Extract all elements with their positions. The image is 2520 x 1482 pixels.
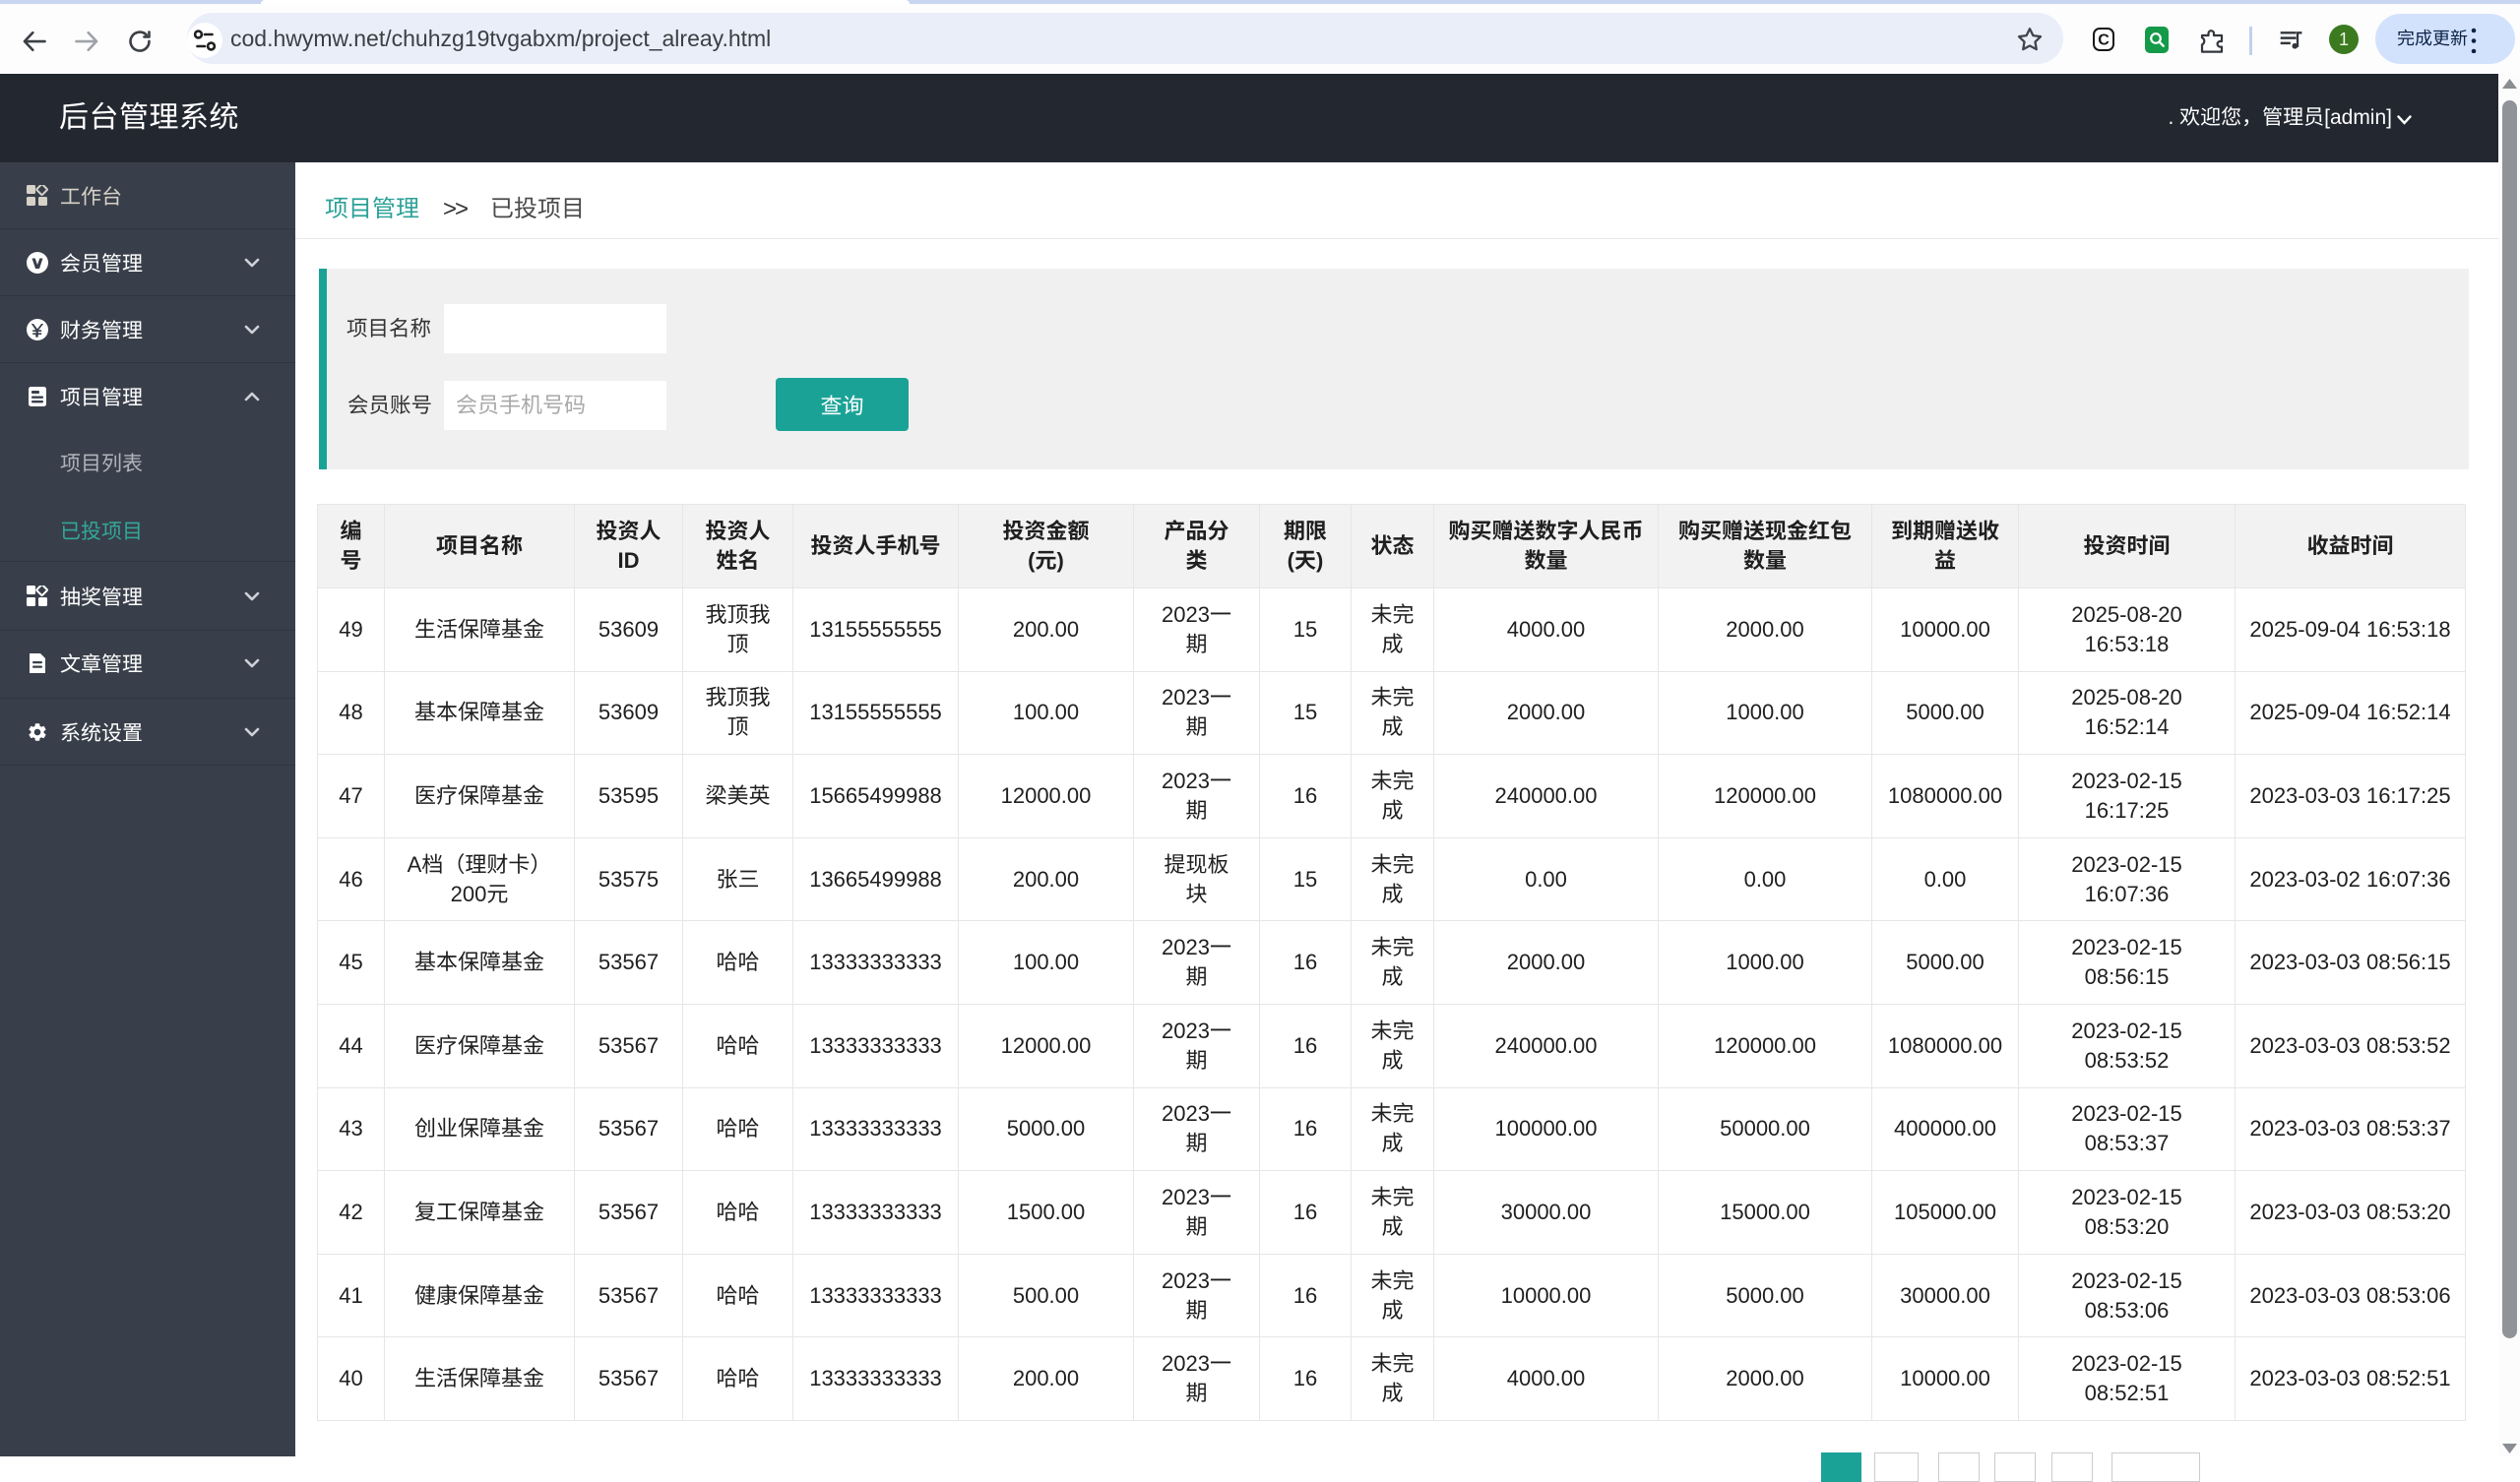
svg-text:C: C	[2098, 32, 2110, 49]
